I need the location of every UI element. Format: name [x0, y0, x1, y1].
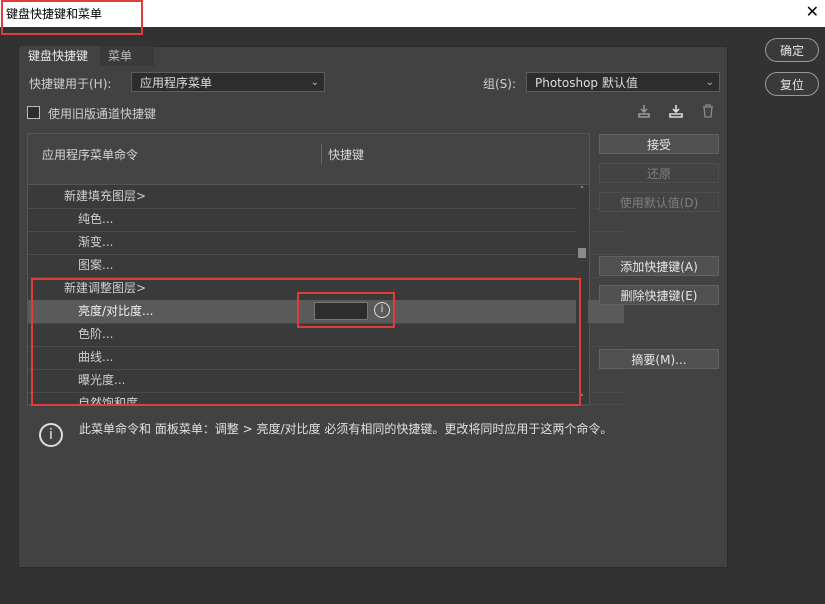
use-default-button[interactable]: 使用默认值(D) [599, 192, 719, 212]
list-item[interactable]: 色阶... [28, 323, 624, 347]
shortcuts-for-value: 应用程序菜单 [140, 76, 213, 90]
chevron-down-icon: ⌄ [705, 77, 714, 88]
list-item[interactable]: 曲线... [28, 346, 624, 370]
list-item[interactable]: 图案... [28, 254, 624, 278]
command-list: 应用程序菜单命令 快捷键 新建填充图层> 纯色... 渐变... 图案... 新… [27, 133, 624, 406]
shortcuts-for-select[interactable]: 应用程序菜单 ⌄ [131, 72, 325, 92]
list-item[interactable]: 曝光度... [28, 369, 624, 393]
info-icon: i [39, 423, 63, 447]
summarize-button[interactable]: 摘要(M)... [599, 349, 719, 369]
list-item[interactable]: 渐变... [28, 231, 624, 255]
delete-shortcut-button[interactable]: 删除快捷键(E) [599, 285, 719, 305]
reset-button[interactable]: 复位 [765, 72, 819, 96]
column-header-command: 应用程序菜单命令 [42, 148, 139, 162]
tab-menus[interactable]: 菜单 [100, 46, 154, 66]
legacy-channel-label: 使用旧版通道快捷键 [48, 107, 157, 121]
chevron-down-icon: ⌄ [310, 77, 319, 88]
save-set-icon[interactable] [635, 103, 653, 121]
accept-button[interactable]: 接受 [599, 134, 719, 154]
scroll-thumb[interactable] [578, 248, 586, 258]
list-scrollbar[interactable]: ˄ ˅ [576, 186, 588, 404]
shortcut-input[interactable] [314, 302, 368, 320]
add-shortcut-button[interactable]: 添加快捷键(A) [599, 256, 719, 276]
list-item[interactable]: 自然饱和度... [28, 392, 624, 405]
column-divider [321, 144, 322, 164]
info-icon: i [374, 302, 390, 318]
list-item[interactable]: 纯色... [28, 208, 624, 232]
save-as-set-icon[interactable] [667, 103, 685, 121]
info-message: 此菜单命令和 面板菜单：调整 > 亮度/对比度 必须有相同的快捷键。更改将同时应… [79, 422, 613, 436]
group-value: Photoshop 默认值 [535, 76, 638, 90]
ok-button[interactable]: 确定 [765, 38, 819, 62]
list-item[interactable]: 新建填充图层> [28, 185, 610, 209]
undo-button[interactable]: 还原 [599, 163, 719, 183]
tab-keyboard-shortcuts[interactable]: 键盘快捷键 [20, 46, 108, 66]
shortcuts-for-label: 快捷键用于(H): [29, 77, 112, 91]
close-icon[interactable]: ✕ [806, 2, 819, 21]
legacy-channel-checkbox[interactable] [27, 106, 40, 119]
scroll-down-icon[interactable]: ˅ [577, 394, 587, 404]
list-item[interactable]: 新建调整图层> [28, 277, 610, 301]
group-label: 组(S): [483, 77, 517, 91]
title-bar: 键盘快捷键和菜单 ✕ [0, 0, 825, 27]
scroll-up-icon[interactable]: ˄ [577, 186, 587, 196]
group-select[interactable]: Photoshop 默认值 ⌄ [526, 72, 720, 92]
column-header-shortcut: 快捷键 [328, 148, 365, 162]
delete-set-icon[interactable] [699, 103, 717, 121]
list-header: 应用程序菜单命令 快捷键 [28, 134, 589, 185]
window-title: 键盘快捷键和菜单 [6, 7, 103, 21]
